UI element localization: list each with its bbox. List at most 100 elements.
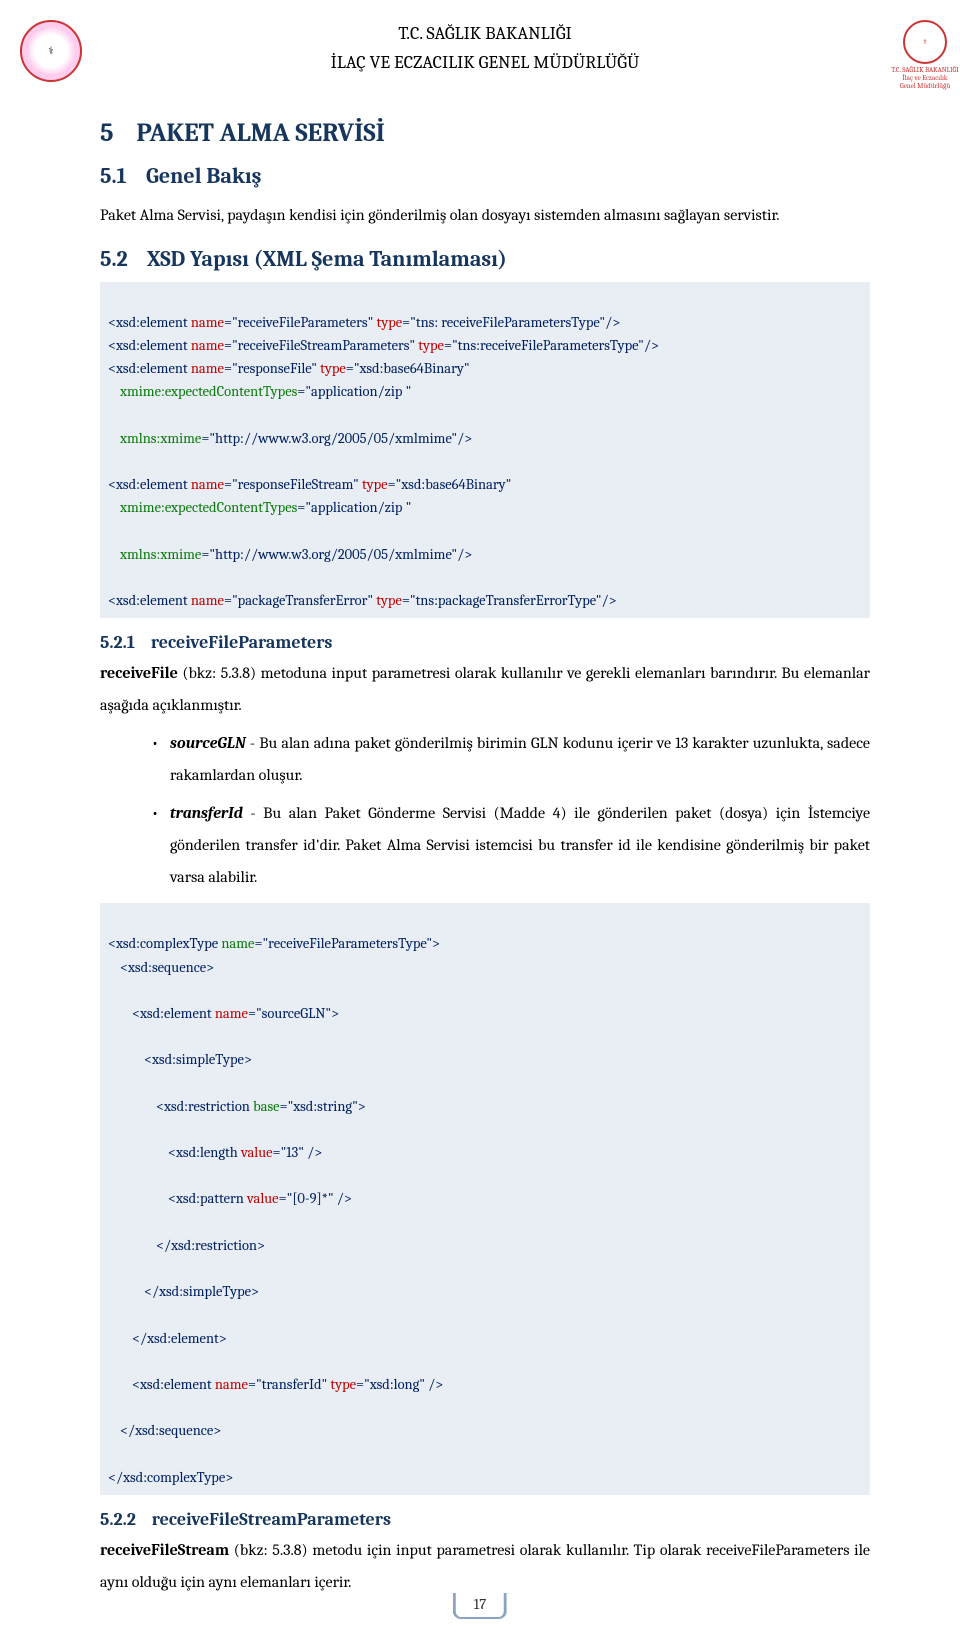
term-receivefilestream: receiveFileStream [100,1541,229,1559]
code-text: xmlns:xmime [120,430,201,447]
code-text: </xsd:restriction> [156,1237,265,1254]
header-title-line2: İLAÇ VE ECZACILIK GENEL MÜDÜRLÜĞÜ [100,49,870,78]
code-text: type [330,1376,356,1393]
code-text: ="receiveFileParametersType"> [254,935,440,952]
code-text: <xsd:element [108,360,191,377]
code-text: <xsd:element [108,592,191,609]
code-text: </xsd:element> [132,1330,227,1347]
heading-5-2-num: 5.2 [100,246,128,272]
heading-5-2-2-title: receiveFileStreamParameters [152,1509,391,1530]
para-5-2-2: receiveFileStream (bkz: 5.3.8) metodu iç… [100,1534,870,1598]
code-text: type [418,337,444,354]
logo-right-caption-1: T.C. SAĞLIK BAKANLIĞI [890,66,960,74]
code-text: <xsd:element [132,1005,215,1022]
heading-5-2-1-num: 5.2.1 [100,632,135,653]
code-text: name [221,935,254,952]
page-header: ⚕ ⚕ T.C. SAĞLIK BAKANLIĞI İlaç ve Eczacı… [100,20,870,78]
code-text: <xsd:complexType [108,935,221,952]
code-text: <xsd:simpleType> [144,1051,252,1068]
code-text: type [377,314,403,331]
para-5-2-1: receiveFile (bkz: 5.3.8) metoduna input … [100,657,870,721]
para-5-1: Paket Alma Servisi, paydaşın kendisi içi… [100,199,870,231]
code-text: name [191,476,224,493]
heading-5-2-1-title: receiveFileParameters [151,632,333,653]
ministry-seal-icon: ⚕ [20,20,80,80]
code-text: ="application/zip " [297,383,411,400]
code-text: </xsd:sequence> [120,1422,221,1439]
code-text: ="sourceGLN"> [248,1005,339,1022]
heading-5-2-1: 5.2.1 receiveFileParameters [100,632,870,653]
code-text: ="receiveFileParameters" [224,314,377,331]
code-text: name [215,1005,248,1022]
bullet-icon: • [140,727,170,791]
heading-5-title: PAKET ALMA SERVİSİ [136,118,385,148]
code-text: xmime:expectedContentTypes [120,499,297,516]
code-text: <xsd:length [168,1144,241,1161]
code-text: name [191,314,224,331]
code-text: ="xsd:string"> [280,1098,366,1115]
heading-5: 5 PAKET ALMA SERVİSİ [100,118,870,148]
code-text: ="http://www.w3.org/2005/05/xmlmime"/> [201,546,472,563]
heading-5-1-title: Genel Bakış [146,163,261,189]
code-text: ="[0-9]*" /> [279,1190,352,1207]
code-text: ="13" /> [273,1144,323,1161]
code-text: type [376,592,402,609]
code-text: ="http://www.w3.org/2005/05/xmlmime"/> [201,430,472,447]
code-text: name [191,592,224,609]
code-text: value [241,1144,273,1161]
code-text: base [253,1098,279,1115]
list-item: • sourceGLN - Bu alan adına paket gönder… [140,727,870,791]
code-block-2: <xsd:complexType name="receiveFileParame… [100,903,870,1495]
heading-5-1-num: 5.1 [100,163,127,189]
page-number-value: 17 [453,1593,507,1619]
code-text: type [320,360,346,377]
code-text: <xsd:sequence> [120,959,214,976]
code-text: <xsd:element [108,476,191,493]
code-text: type [362,476,388,493]
code-text: ="xsd:long" /> [356,1376,443,1393]
code-text: <xsd:element [108,314,191,331]
code-text: xmime:expectedContentTypes [120,383,297,400]
term-receivefile: receiveFile [100,664,178,682]
code-text: ="tns:receiveFileParametersType"/> [444,337,659,354]
term-transferid: transferId [170,804,243,822]
term-sourcegln: sourceGLN [170,734,246,752]
page: ⚕ ⚕ T.C. SAĞLIK BAKANLIĞI İlaç ve Eczacı… [0,0,960,1649]
logo-right-caption-3: Genel Müdürlüğü [890,82,960,90]
code-text: name [191,360,224,377]
heading-5-2-title: XSD Yapısı (XML Şema Tanımlaması) [147,246,507,272]
code-text: <xsd:restriction [156,1098,253,1115]
bullet-icon: • [140,797,170,893]
code-text: value [247,1190,279,1207]
code-text: name [215,1376,248,1393]
header-title-line1: T.C. SAĞLIK BAKANLIĞI [100,20,870,49]
para-5-2-1-text: (bkz: 5.3.8) metoduna input parametresi … [100,664,870,714]
code-text: xmlns:xmime [120,546,201,563]
code-block-1: <xsd:element name="receiveFileParameters… [100,282,870,619]
code-text: ="transferId" [248,1376,330,1393]
code-text: ="responseFileStream" [224,476,362,493]
heading-5-2-2-num: 5.2.2 [100,1509,136,1530]
code-text: ="application/zip " [297,499,411,516]
code-text: <xsd:pattern [168,1190,247,1207]
code-text: ="responseFile" [224,360,320,377]
code-text: </xsd:complexType> [108,1469,233,1486]
code-text: ="tns: receiveFileParametersType"/> [402,314,620,331]
heading-5-num: 5 [100,118,114,148]
heading-5-2-2: 5.2.2 receiveFileStreamParameters [100,1509,870,1530]
bullet-1-text: - Bu alan adına paket gönderilmiş birimi… [170,734,870,784]
logo-right-caption-2: İlaç ve Eczacılık [890,74,960,82]
heading-5-2: 5.2 XSD Yapısı (XML Şema Tanımlaması) [100,246,870,272]
code-text: </xsd:simpleType> [144,1283,259,1300]
code-text: ="xsd:base64Binary" [388,476,512,493]
page-number: 17 [453,1593,507,1619]
code-text: ="tns:packageTransferErrorType"/> [402,592,617,609]
list-item: • transferId - Bu alan Paket Gönderme Se… [140,797,870,893]
code-text: <xsd:element [132,1376,215,1393]
code-text: ="packageTransferError" [224,592,376,609]
directorate-seal-icon: ⚕ T.C. SAĞLIK BAKANLIĞI İlaç ve Eczacılı… [890,20,950,80]
bullet-2-text: - Bu alan Paket Gönderme Servisi (Madde … [170,804,870,886]
code-text: ="xsd:base64Binary" [346,360,470,377]
bullet-list-521: • sourceGLN - Bu alan adına paket gönder… [140,727,870,893]
heading-5-1: 5.1 Genel Bakış [100,163,870,189]
